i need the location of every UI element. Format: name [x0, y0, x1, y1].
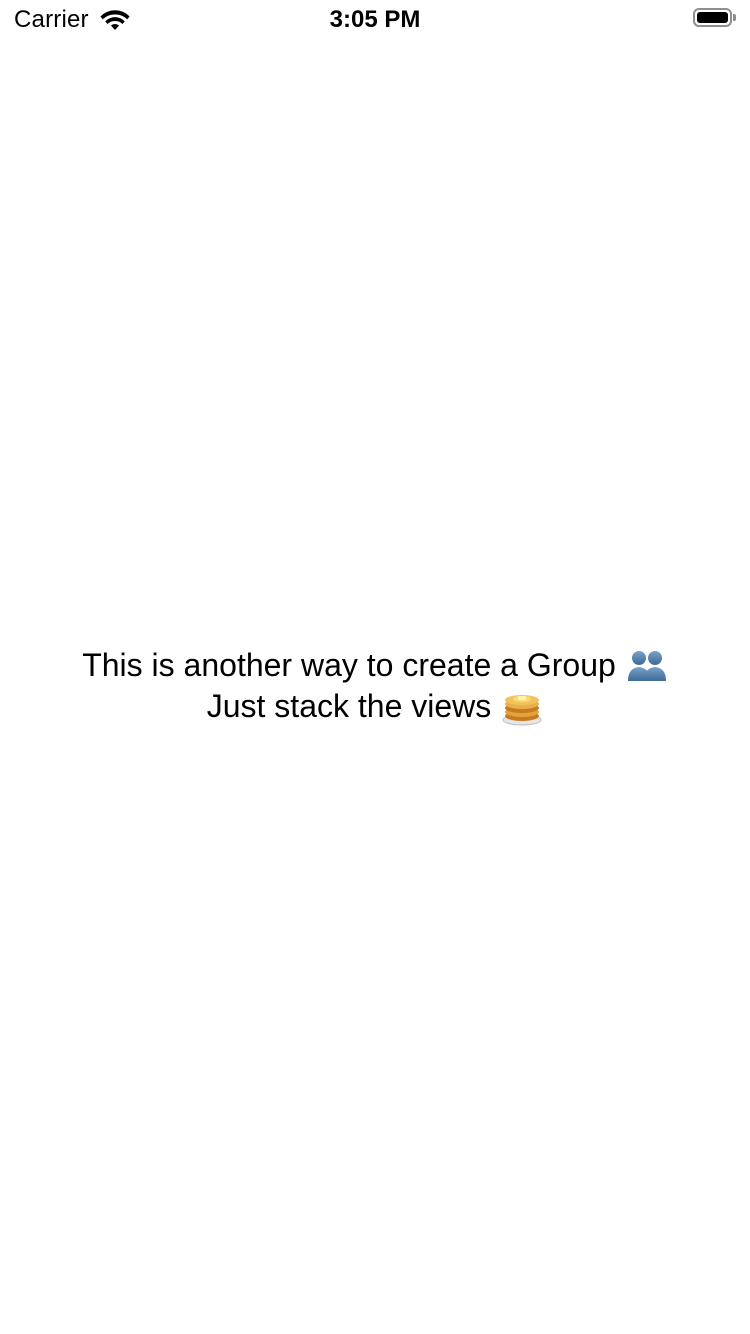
battery-icon [693, 8, 736, 27]
battery-nub [733, 14, 736, 21]
group-text: This is another way to create a Group [82, 647, 616, 683]
battery-fill [697, 12, 728, 23]
status-time: 3:05 PM [329, 6, 421, 33]
status-bar: Carrier 3:05 PM [0, 0, 750, 40]
battery-body [693, 8, 732, 27]
content-stack: This is another way to create a Group Ju… [0, 645, 750, 727]
stack-text: Just stack the views [206, 688, 492, 724]
busts-in-silhouette-icon [627, 650, 666, 681]
pancakes-icon [502, 694, 542, 725]
stack-text-line: Just stack the views [0, 686, 750, 727]
group-text-line: This is another way to create a Group [0, 645, 750, 686]
